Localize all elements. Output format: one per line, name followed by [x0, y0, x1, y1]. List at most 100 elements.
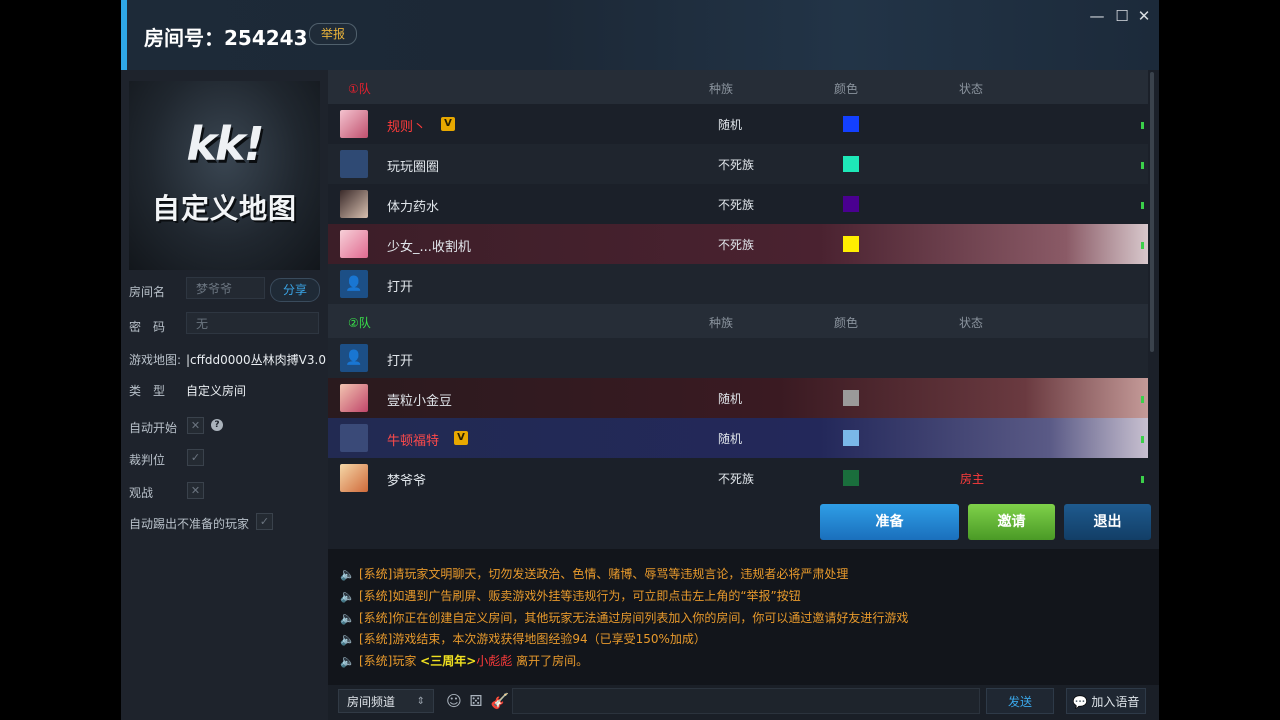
referee-label: 裁判位 — [129, 453, 166, 467]
updown-icon: ⇕ — [416, 696, 425, 707]
speaker-icon: 🔈 — [340, 654, 355, 668]
spectate-checkbox[interactable]: ✕ — [187, 482, 204, 499]
player-color-swatch[interactable] — [843, 390, 859, 406]
player-race[interactable]: 随机 — [718, 116, 742, 133]
invite-button[interactable]: 邀请 — [968, 504, 1055, 540]
player-color-swatch[interactable] — [843, 156, 859, 172]
password-label: 密 码 — [129, 320, 166, 334]
avatar[interactable] — [340, 150, 368, 178]
team2-header: ②队 种族 颜色 状态 — [328, 304, 1148, 338]
room-name-label: 房间名 — [129, 285, 166, 299]
avatar[interactable] — [340, 424, 368, 452]
team1-slot-1[interactable]: 规则丶 V 随机 — [328, 104, 1148, 144]
team2-slot-2[interactable]: 壹粒小金豆 随机 — [328, 378, 1148, 418]
player-color-swatch[interactable] — [843, 470, 859, 486]
game-map-value: |cffdd0000丛林肉搏V3.0 — [186, 353, 326, 367]
channel-select[interactable]: 房间频道 ⇕ — [338, 689, 434, 713]
avatar[interactable] — [340, 464, 368, 492]
team2-slot-3[interactable]: 牛顿福特 V 随机 — [328, 418, 1148, 458]
team1-header: ①队 种族 颜色 状态 — [328, 70, 1148, 104]
dice-icon[interactable]: ⚄ — [466, 691, 486, 711]
game-map-label: 游戏地图: — [129, 353, 182, 367]
close-icon[interactable]: ✕ — [1136, 8, 1152, 24]
auto-start-checkbox[interactable]: ✕ — [187, 417, 204, 434]
chat-message: 🔈 [系统]你正在创建自定义房间，其他玩家无法通过房间列表加入你的房间，你可以通过… — [340, 611, 909, 625]
team2-slot-4[interactable]: 梦爷爷 不死族 房主 — [328, 458, 1148, 498]
person-icon[interactable]: 👤 — [340, 344, 368, 372]
team1-status-header: 状态 — [959, 82, 984, 96]
chat-input[interactable] — [512, 688, 980, 714]
team1-slot-5[interactable]: 👤 打开 — [328, 264, 1148, 304]
player-link[interactable]: 小彪彪 — [476, 654, 512, 668]
player-race[interactable]: 随机 — [718, 390, 742, 407]
referee-checkbox[interactable]: ✓ — [187, 449, 204, 466]
voice-icon: 💬 — [1072, 695, 1088, 709]
signal-icon — [1141, 122, 1144, 129]
join-voice-button[interactable]: 💬 加入语音 — [1066, 688, 1146, 714]
avatar[interactable] — [340, 110, 368, 138]
title-bar: 房间号：254243 举报 — ☐ ✕ — [121, 0, 1159, 70]
player-name: 壹粒小金豆 — [387, 394, 453, 409]
auto-start-label: 自动开始 — [129, 421, 178, 435]
vip-badge-icon: V — [441, 117, 455, 131]
slot-open-label[interactable]: 打开 — [387, 350, 413, 369]
chat-message: 🔈 [系统]玩家 <三周年>小彪彪 离开了房间。 — [340, 654, 589, 668]
speaker-icon: 🔈 — [340, 567, 355, 581]
player-name: 规则丶 — [387, 120, 427, 135]
type-value: 自定义房间 — [186, 384, 247, 398]
team1-slot-2[interactable]: 玩玩圈圈 不死族 — [328, 144, 1148, 184]
help-icon[interactable]: ? — [211, 419, 223, 431]
signal-icon — [1141, 476, 1144, 483]
player-race[interactable]: 不死族 — [718, 236, 754, 253]
slot-open-label[interactable]: 打开 — [387, 276, 413, 295]
player-color-swatch[interactable] — [843, 116, 859, 132]
speaker-icon: 🔈 — [340, 632, 355, 646]
team1-color-header: 颜色 — [834, 82, 859, 96]
team1-label: ①队 — [348, 82, 371, 96]
emoji-icon[interactable]: ☺ — [444, 691, 464, 711]
join-voice-label: 加入语音 — [1091, 695, 1140, 709]
team2-color-header: 颜色 — [834, 316, 859, 330]
channel-select-label: 房间频道 — [347, 695, 396, 709]
avatar[interactable] — [340, 384, 368, 412]
password-input[interactable]: 无 — [186, 312, 319, 334]
host-status: 房主 — [960, 472, 985, 486]
chat-log: 🔈 [系统]请玩家文明聊天，切勿发送政治、色情、赌博、辱骂等违规言论，违规者必将严… — [328, 549, 1159, 685]
person-icon[interactable]: 👤 — [340, 270, 368, 298]
map-banner-subtitle: 自定义地图 — [151, 192, 297, 225]
player-race[interactable]: 随机 — [718, 430, 742, 447]
minimize-icon[interactable]: — — [1089, 8, 1105, 24]
guitar-icon[interactable]: 🎸 — [490, 691, 510, 711]
team2-label: ②队 — [348, 316, 371, 330]
player-race[interactable]: 不死族 — [718, 470, 754, 487]
room-title: 房间号：254243 — [144, 26, 308, 50]
slots-scrollbar[interactable] — [1150, 72, 1154, 352]
ready-button[interactable]: 准备 — [820, 504, 959, 540]
exit-button[interactable]: 退出 — [1064, 504, 1151, 540]
auto-kick-checkbox[interactable]: ✓ — [256, 513, 273, 530]
report-button[interactable]: 举报 — [309, 23, 357, 45]
team1-race-header: 种族 — [709, 82, 734, 96]
avatar[interactable] — [340, 230, 368, 258]
title-accent — [121, 0, 127, 70]
player-color-swatch[interactable] — [843, 430, 859, 446]
team1-slot-3[interactable]: 体力药水 不死族 — [328, 184, 1148, 224]
room-name-input[interactable]: 梦爷爷 — [186, 277, 265, 299]
send-button[interactable]: 发送 — [986, 688, 1054, 714]
share-button[interactable]: 分享 — [270, 278, 320, 302]
maximize-icon[interactable]: ☐ — [1114, 8, 1130, 24]
avatar[interactable] — [340, 190, 368, 218]
team2-slot-1[interactable]: 👤 打开 — [328, 338, 1148, 378]
room-window: 房间号：254243 举报 — ☐ ✕ kk! 自定义地图 房间名 梦爷爷 分享… — [121, 0, 1159, 720]
player-color-swatch[interactable] — [843, 236, 859, 252]
team2-race-header: 种族 — [709, 316, 734, 330]
player-race[interactable]: 不死族 — [718, 156, 754, 173]
map-banner: kk! 自定义地图 — [129, 81, 320, 270]
player-race[interactable]: 不死族 — [718, 196, 754, 213]
player-color-swatch[interactable] — [843, 196, 859, 212]
team1-slot-4[interactable]: 少女_...收割机 不死族 — [328, 224, 1148, 264]
signal-icon — [1141, 396, 1144, 403]
map-banner-title: kk! — [186, 117, 264, 171]
chat-message: 🔈 [系统]如遇到广告刷屏、贩卖游戏外挂等违规行为，可立即点击左上角的“举报”按钮 — [340, 589, 801, 603]
chat-message: 🔈 [系统]游戏结束，本次游戏获得地图经验94（已享受150%加成） — [340, 632, 706, 646]
